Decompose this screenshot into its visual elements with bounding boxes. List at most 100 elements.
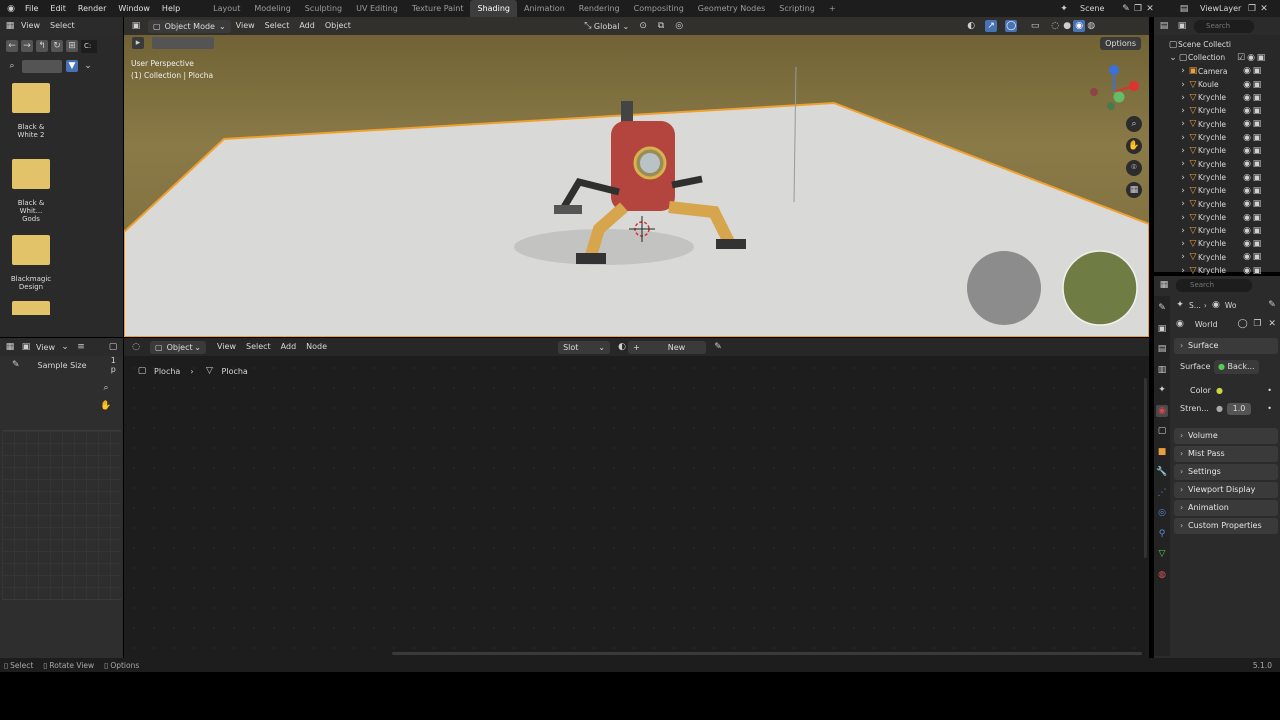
chevron-right-icon[interactable]: › [1178, 92, 1188, 104]
camera-render-icon[interactable]: ▣ [1252, 198, 1262, 210]
outliner-row[interactable]: › ▽ Krychle ◉ ▣ [1154, 171, 1280, 184]
eye-icon[interactable]: ◉ [1242, 265, 1252, 277]
material-browse-icon[interactable]: ◐ [616, 341, 628, 353]
outliner-row[interactable]: › ▽ Koule ◉ ▣ [1154, 78, 1280, 91]
eye-icon[interactable]: ◉ [1242, 145, 1252, 157]
eye-icon[interactable]: ◉ [1242, 92, 1252, 104]
view-layer-tab-icon[interactable]: ▥ [1156, 364, 1168, 376]
scene-collection-row[interactable]: ▢ Scene Collecti [1154, 38, 1280, 51]
material-tab-icon[interactable]: ◍ [1156, 569, 1168, 581]
tab-texture-paint[interactable]: Texture Paint [405, 0, 471, 17]
blender-logo-icon[interactable]: ◉ [5, 3, 17, 15]
collection-tab-icon[interactable]: ▢ [1156, 425, 1168, 437]
camera-render-icon[interactable]: ▣ [1252, 225, 1262, 237]
node-view-menu[interactable]: View [212, 340, 241, 354]
zoom-icon[interactable]: ⌕ [1126, 116, 1142, 132]
keyframe-dot-icon[interactable]: • [1267, 382, 1272, 400]
new-view-layer-icon[interactable]: ❐ [1246, 3, 1258, 15]
eye-icon[interactable]: ◉ [1242, 238, 1252, 250]
tab-shading[interactable]: Shading [470, 0, 517, 17]
pin-icon[interactable]: ✎ [1266, 299, 1278, 311]
eye-icon[interactable]: ◉ [1246, 52, 1256, 64]
physics-tab-icon[interactable]: ◎ [1156, 507, 1168, 519]
editor-type-icon[interactable]: ▦ [1158, 279, 1170, 291]
eye-icon[interactable]: ◉ [1242, 158, 1252, 170]
zoom-icon[interactable]: ⌕ [100, 382, 112, 394]
camera-render-icon[interactable]: ▣ [1252, 251, 1262, 263]
outliner-row[interactable]: › ▽ Krychle ◉ ▣ [1154, 198, 1280, 211]
editor-type-icon[interactable]: ▦ [4, 341, 16, 353]
chevron-right-icon[interactable]: › [1178, 158, 1188, 170]
camera-render-icon[interactable]: ▣ [1252, 265, 1262, 277]
outliner-row[interactable]: › ▽ Krychle ◉ ▣ [1154, 118, 1280, 131]
strength-field[interactable]: 1.0 [1226, 403, 1251, 415]
outliner-row[interactable]: › ▽ Krychle ◉ ▣ [1154, 91, 1280, 104]
properties-section[interactable]: Volume [1174, 428, 1278, 444]
camera-render-icon[interactable]: ▣ [1252, 92, 1262, 104]
checkbox-icon[interactable]: ☑ [1236, 52, 1246, 64]
outliner-row[interactable]: › ▽ Krychle ◉ ▣ [1154, 184, 1280, 197]
pin-icon[interactable]: ✎ [1120, 3, 1132, 15]
node-editor-vscrollbar[interactable] [1144, 378, 1147, 558]
eyedropper-icon[interactable]: ✎ [10, 359, 22, 371]
chevron-right-icon[interactable]: › [1178, 265, 1188, 277]
menu-help[interactable]: Help [156, 0, 186, 17]
node-editor-scrollbar[interactable] [392, 652, 1142, 655]
camera-render-icon[interactable]: ▣ [1252, 172, 1262, 184]
chevron-right-icon[interactable]: › [1178, 145, 1188, 157]
node-add-menu[interactable]: Add [276, 340, 302, 354]
view-layer-selector[interactable]: ▤ ViewLayer ❐ ✕ [1178, 2, 1270, 15]
tab-uv-editing[interactable]: UV Editing [349, 0, 405, 17]
tab-geometry-nodes[interactable]: Geometry Nodes [691, 0, 772, 17]
refresh-icon[interactable]: ↻ [51, 40, 63, 52]
camera-render-icon[interactable]: ▣ [1252, 212, 1262, 224]
properties-section[interactable]: Mist Pass [1174, 446, 1278, 462]
chevron-right-icon[interactable]: › [1178, 225, 1188, 237]
eye-icon[interactable]: ◉ [1242, 132, 1252, 144]
menu-window[interactable]: Window [112, 0, 156, 17]
menu-icon[interactable]: ≡ [75, 341, 87, 353]
editor-type-icon[interactable]: ▦ [4, 20, 16, 32]
chevron-right-icon[interactable]: › [1178, 251, 1188, 263]
scene-selector[interactable]: ✦ Scene ✎ ❐ ✕ [1058, 2, 1156, 15]
outliner-row[interactable]: › ▣ Camera ◉ ▣ [1154, 65, 1280, 78]
camera-render-icon[interactable]: ▣ [1252, 132, 1262, 144]
camera-render-icon[interactable]: ▣ [1252, 79, 1262, 91]
node-editor[interactable]: ◌ ▢ Object ⌄ View Select Add Node Slot ⌄… [124, 338, 1149, 658]
chevron-right-icon[interactable]: › [1178, 105, 1188, 117]
parent-dir-icon[interactable]: ↰ [36, 40, 48, 52]
navigation-gizmo[interactable] [1089, 62, 1139, 112]
chevron-down-icon[interactable]: ⌄ [1168, 52, 1178, 64]
fake-user-icon[interactable]: ◯ [1237, 318, 1249, 330]
properties-section[interactable]: Custom Properties [1174, 518, 1278, 534]
scene-tab-icon[interactable]: ✦ [1156, 384, 1168, 396]
surface-section[interactable]: Surface [1174, 338, 1278, 354]
file-view-menu[interactable]: View [16, 19, 45, 33]
menu-edit[interactable]: Edit [44, 0, 72, 17]
outliner-row[interactable]: › ▽ Krychle ◉ ▣ [1154, 158, 1280, 171]
tool-tab-icon[interactable]: ✎ [1156, 302, 1168, 314]
duplicate-icon[interactable]: ❐ [1252, 318, 1264, 330]
output-tab-icon[interactable]: ▤ [1156, 343, 1168, 355]
maximize-icon[interactable]: ▢ [107, 341, 119, 353]
new-scene-icon[interactable]: ❐ [1132, 3, 1144, 15]
world-selector[interactable]: ◉ World ◯ ❐ ✕ [1174, 314, 1278, 334]
filter-dropdown-icon[interactable]: ⌄ [82, 60, 94, 72]
chevron-right-icon[interactable]: › [1178, 212, 1188, 224]
filter-icon[interactable]: ▼ [66, 60, 78, 72]
camera-render-icon[interactable]: ▣ [1252, 185, 1262, 197]
outliner-row[interactable]: › ▽ Krychle ◉ ▣ [1154, 211, 1280, 224]
outliner-row[interactable]: › ▽ Krychle ◉ ▣ [1154, 237, 1280, 250]
menu-file[interactable]: File [19, 0, 44, 17]
list-item[interactable]: Black & Whit... Gods [10, 159, 52, 235]
chevron-right-icon[interactable]: › [1178, 172, 1188, 184]
camera-render-icon[interactable]: ▣ [1252, 158, 1262, 170]
tab-modeling[interactable]: Modeling [247, 0, 297, 17]
eye-icon[interactable]: ◉ [1242, 185, 1252, 197]
outliner-row[interactable]: › ▽ Krychle ◉ ▣ [1154, 131, 1280, 144]
chevron-right-icon[interactable]: › [1178, 118, 1188, 130]
modifier-tab-icon[interactable]: 🔧 [1156, 466, 1168, 478]
outliner-row[interactable]: › ▽ Krychle ◉ ▣ [1154, 104, 1280, 117]
close-icon[interactable]: ✕ [1266, 318, 1278, 330]
camera-render-icon[interactable]: ▣ [1252, 118, 1262, 130]
